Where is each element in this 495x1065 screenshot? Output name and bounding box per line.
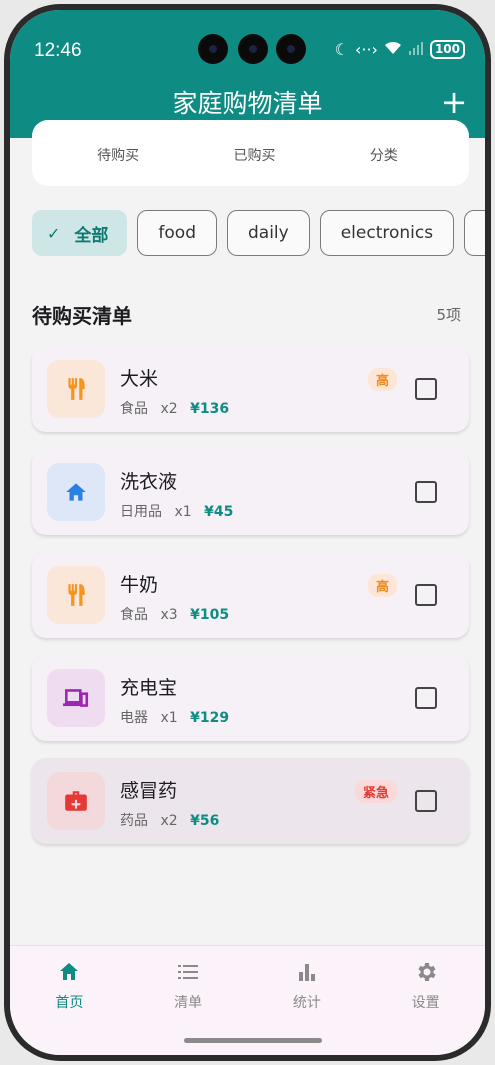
item-meta: 食品 x2 ¥136 [120,398,229,418]
screen: 12:46 ☾ ‹··› 100 家庭购物清单 + 待购买 已购买 分类 ✓ 全… [10,10,485,1055]
item-price: ¥56 [190,813,220,829]
utensils-icon [47,566,105,624]
purchase-checkbox[interactable] [415,584,437,606]
list-item[interactable]: 感冒药 药品 x2 ¥56 紧急 [32,758,469,844]
nav-label: 统计 [292,995,321,1011]
item-quantity: x1 [160,710,178,726]
item-quantity: x1 [174,504,192,520]
camera-lens-icon [238,34,268,64]
data-transfer-icon: ‹··› [354,40,378,59]
phone-frame: 12:46 ☾ ‹··› 100 家庭购物清单 + 待购买 已购买 分类 ✓ 全… [4,4,491,1061]
camera-lens-icon [276,34,306,64]
nav-item-home[interactable]: 首页 [10,946,129,1055]
item-meta: 日用品 x1 ¥45 [120,501,233,521]
signal-icon [408,40,424,59]
nav-label: 首页 [55,995,84,1011]
list-icon [176,960,200,988]
filter-chip-label: daily [247,223,289,243]
item-category: 药品 [120,813,148,829]
nav-label: 设置 [411,995,440,1011]
moon-icon: ☾ [334,40,349,59]
app-bar: 12:46 ☾ ‹··› 100 家庭购物清单 + [10,10,485,138]
home-indicator[interactable] [184,1038,322,1043]
item-category: 电器 [120,710,148,726]
status-icons: ☾ ‹··› 100 [335,40,465,59]
section-title: 待购买清单 [32,304,132,328]
filter-chip-electronics[interactable]: electronics [319,210,455,256]
shopping-list: 大米 食品 x2 ¥136 高 洗衣液 日用品 x1 ¥45 牛奶 食品 x3 … [32,346,469,861]
item-meta: 食品 x3 ¥105 [120,604,229,624]
gear-icon [414,960,438,988]
item-price: ¥105 [190,607,230,623]
priority-badge: 高 [367,368,397,391]
item-name: 大米 [120,368,159,390]
item-meta: 电器 x1 ¥129 [120,707,229,727]
filter-chip-food[interactable]: food [137,210,217,256]
item-category: 食品 [120,401,148,417]
item-quantity: x2 [160,401,178,417]
medical-kit-icon [47,772,105,830]
item-quantity: x3 [160,607,178,623]
filter-chip-label: food [158,223,196,243]
item-price: ¥136 [190,401,230,417]
devices-icon [47,669,105,727]
status-time: 12:46 [34,40,82,61]
stat-label-categories: 分类 [369,148,398,164]
list-item[interactable]: 充电宝 电器 x1 ¥129 [32,655,469,741]
item-name: 牛奶 [120,574,159,596]
item-name: 感冒药 [120,780,178,802]
filter-chip-clothing[interactable]: cl [464,210,485,256]
filter-chip-label: 全部 [74,225,109,246]
item-meta: 药品 x2 ¥56 [120,810,219,830]
item-quantity: x2 [160,813,178,829]
home-icon [47,463,105,521]
item-name: 充电宝 [120,677,178,699]
bar-chart-icon [295,960,319,988]
stat-label-purchased: 已购买 [233,148,276,164]
filter-chip-daily[interactable]: daily [226,210,310,256]
filter-chip-label: electronics [340,223,434,243]
filter-chip-all[interactable]: ✓ 全部 [32,210,128,256]
list-item[interactable]: 牛奶 食品 x3 ¥105 高 [32,552,469,638]
item-price: ¥45 [204,504,234,520]
item-category: 食品 [120,607,148,623]
battery-icon: 100 [429,40,465,59]
list-item[interactable]: 大米 食品 x2 ¥136 高 [32,346,469,432]
priority-badge: 高 [367,574,397,597]
page-title: 家庭购物清单 [172,89,323,118]
add-item-button[interactable]: + [437,86,471,118]
nav-label: 清单 [174,995,203,1011]
check-icon: ✓ [47,223,61,243]
list-item[interactable]: 洗衣液 日用品 x1 ¥45 [32,449,469,535]
stat-label-pending: 待购买 [97,148,140,164]
home-icon [57,960,81,988]
purchase-checkbox[interactable] [415,481,437,503]
item-price: ¥129 [190,710,230,726]
utensils-icon [47,360,105,418]
purchase-checkbox[interactable] [415,687,437,709]
priority-badge: 紧急 [354,780,397,803]
section-count: 5项 [436,306,461,324]
purchase-checkbox[interactable] [415,790,437,812]
wifi-icon [384,40,402,59]
nav-item-settings[interactable]: 设置 [366,946,485,1055]
purchase-checkbox[interactable] [415,378,437,400]
stats-labels: 待购买 已购买 分类 [10,145,485,165]
item-name: 洗衣液 [120,471,178,493]
category-filter-bar: ✓ 全部 food daily electronics cl [32,210,485,256]
camera-lens-icon [198,34,228,64]
item-category: 日用品 [120,504,162,520]
